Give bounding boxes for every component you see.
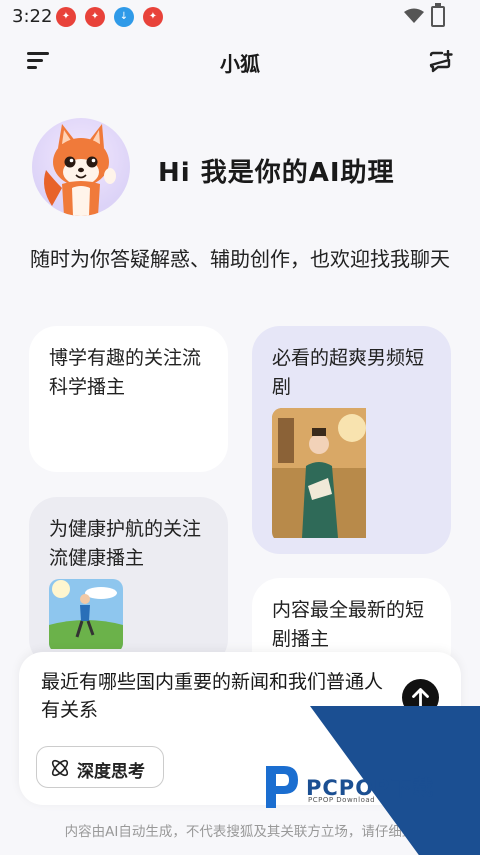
fox-avatar bbox=[32, 118, 130, 216]
suggestion-card-text: 为健康护航的关注流健康播主 bbox=[49, 518, 202, 569]
download-notification-icon: ↓ bbox=[114, 7, 134, 27]
app-notification-icon: ✦ bbox=[85, 7, 105, 27]
deep-think-button[interactable]: 深度思考 bbox=[36, 746, 164, 788]
page-title: 小狐 bbox=[220, 52, 260, 76]
deep-think-label: 深度思考 bbox=[77, 762, 145, 782]
watermark-logo-icon bbox=[262, 762, 302, 808]
wifi-icon bbox=[404, 8, 424, 23]
app-notification-icon: ✦ bbox=[143, 7, 163, 27]
suggestion-card-text: 内容最全最新的短剧播主 bbox=[272, 599, 425, 650]
runner-thumbnail-image bbox=[49, 579, 123, 653]
battery-icon bbox=[431, 3, 445, 27]
new-chat-icon[interactable] bbox=[428, 50, 454, 74]
watermark-subtext: PCPOP Download bbox=[308, 796, 376, 804]
atom-icon bbox=[51, 759, 69, 777]
suggestion-card[interactable]: 博学有趣的关注流科学播主 bbox=[29, 326, 228, 472]
top-bar: 小狐 bbox=[0, 40, 480, 84]
suggestion-card-text: 必看的超爽男频短剧 bbox=[272, 347, 425, 398]
status-bar: 3:22 ✦ ✦ ↓ ✦ bbox=[0, 0, 480, 32]
suggestion-card[interactable]: 为健康护航的关注流健康播主 bbox=[29, 497, 228, 667]
greeting-heading: Hi 我是你的AI助理 bbox=[158, 158, 395, 188]
suggestion-card-text: 博学有趣的关注流科学播主 bbox=[49, 347, 202, 398]
status-time: 3:22 bbox=[12, 6, 53, 27]
intro-text: 随时为你答疑解惑、辅助创作，也欢迎找我聊天 bbox=[30, 247, 450, 271]
app-notification-icon: ✦ bbox=[56, 7, 76, 27]
drama-thumbnail-image bbox=[272, 408, 433, 542]
suggestion-card[interactable]: 必看的超爽男频短剧 bbox=[252, 326, 451, 554]
